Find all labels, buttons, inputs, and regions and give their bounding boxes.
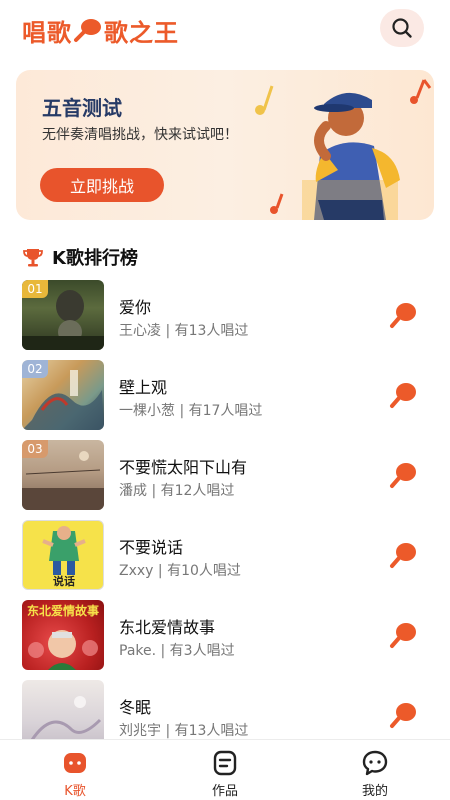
song-title: 不要慌太阳下山有 [119, 458, 248, 477]
sing-microphone-icon[interactable] [388, 300, 418, 330]
music-note-icon [270, 193, 284, 214]
song-meta: 刘兆宇 | 有13人唱过 [119, 723, 249, 739]
album-cover: 01 [22, 280, 104, 350]
album-cover: 东北爱情故事 [22, 600, 104, 670]
works-tab-icon [213, 750, 237, 776]
sing-microphone-icon[interactable] [388, 700, 418, 730]
list-item[interactable]: 01 爱你 王心凌 | 有13人唱过 [0, 280, 450, 350]
tab-works[interactable]: 作品 [180, 740, 270, 800]
logo-text-left: 唱歌 [22, 18, 72, 47]
k-song-tab-icon [64, 753, 86, 773]
banner-title: 五音测试 [42, 96, 122, 120]
list-item[interactable]: 东北爱情故事 东北爱情故事 Pake. | 有3人唱过 [0, 600, 450, 670]
list-item[interactable]: 02 壁上观 一棵小葱 | 有17人唱过 [0, 360, 450, 430]
cover-caption: 东北爱情故事 [26, 604, 99, 618]
sing-microphone-icon[interactable] [388, 620, 418, 650]
ranking-title: K歌排行榜 [52, 248, 138, 269]
singer-illustration [255, 79, 432, 220]
music-note-icon [255, 85, 274, 115]
search-icon [392, 18, 412, 38]
song-title: 爱你 [119, 298, 152, 317]
tab-label: K歌 [64, 784, 86, 799]
rank-badge: 01 [22, 280, 48, 298]
song-meta: Pake. | 有3人唱过 [119, 643, 235, 659]
song-meta: Zxxy | 有10人唱过 [119, 563, 241, 579]
search-button[interactable] [380, 9, 424, 47]
bottom-tab-bar: K歌 作品 我的 [0, 739, 450, 800]
rank-badge: 03 [22, 440, 48, 458]
song-meta: 潘成 | 有12人唱过 [119, 483, 235, 499]
sing-microphone-icon[interactable] [388, 380, 418, 410]
app-header: 唱歌 歌之王 [0, 0, 450, 60]
challenge-button[interactable]: 立即挑战 [40, 168, 164, 202]
tab-label: 我的 [361, 784, 388, 799]
song-meta: 一棵小葱 | 有17人唱过 [119, 403, 263, 419]
tab-k-song[interactable]: K歌 [30, 740, 120, 800]
song-title: 不要说话 [119, 538, 184, 557]
trophy-icon [23, 249, 43, 267]
banner-subtitle: 无伴奏清唱挑战，快来试试吧！ [42, 127, 238, 143]
sing-microphone-icon[interactable] [388, 460, 418, 490]
list-item[interactable]: 说话 不要说话 Zxxy | 有10人唱过 [0, 520, 450, 590]
song-title: 壁上观 [119, 378, 168, 397]
album-cover: 说话 [22, 520, 104, 590]
chat-bubble-icon [362, 750, 388, 776]
cover-caption: 说话 [53, 575, 75, 588]
sing-microphone-icon[interactable] [388, 540, 418, 570]
ranking-header: K歌排行榜 [22, 244, 138, 270]
tab-label: 作品 [211, 784, 238, 799]
app-logo: 唱歌 歌之王 [22, 14, 179, 47]
music-note-icon [410, 79, 432, 104]
song-title: 东北爱情故事 [119, 618, 216, 637]
album-cover: 02 [22, 360, 104, 430]
tab-mine[interactable]: 我的 [330, 740, 420, 800]
song-meta: 王心凌 | 有13人唱过 [119, 323, 249, 339]
five-tone-test-banner[interactable]: 五音测试 无伴奏清唱挑战，快来试试吧！ 立即挑战 [16, 70, 434, 220]
microphone-icon [73, 17, 103, 43]
rank-badge: 02 [22, 360, 48, 378]
logo-text-right: 歌之王 [104, 18, 179, 47]
song-title: 冬眠 [119, 698, 152, 717]
album-cover: 03 [22, 440, 104, 510]
list-item[interactable]: 03 不要慌太阳下山有 潘成 | 有12人唱过 [0, 440, 450, 510]
